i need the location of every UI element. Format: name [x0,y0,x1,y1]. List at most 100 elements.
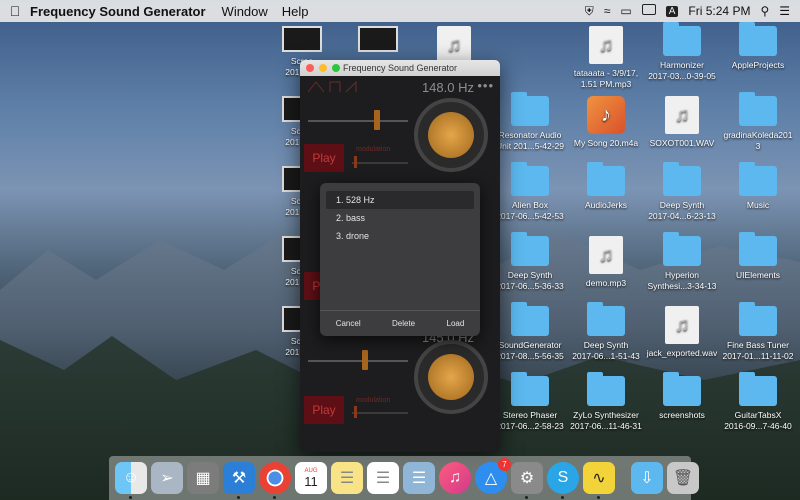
desktop-icon[interactable]: ♫ SOXOT001.WAV [642,96,722,149]
airplay-icon[interactable]: ▭ [620,4,631,18]
desktop-icon[interactable]: Deep Synth 2017-04...6-23-13 [642,162,722,222]
system-preferences-icon[interactable]: ⚙ [511,462,543,499]
sound-generator-app-icon[interactable]: ∿ [583,462,615,499]
desktop-icon[interactable]: Fine Bass Tuner 2017-01...11-11-02 [718,302,798,362]
preset-item[interactable]: 2. bass [326,209,474,227]
desktop-icon[interactable]: ZyLo Synthesizer 2017-06...11-46-31 [566,372,646,432]
desktop-icon[interactable]: GuitarTabsX 2016-09...7-46-40 [718,372,798,432]
delete-button[interactable]: Delete [392,319,415,328]
folder-icon [739,302,777,336]
folder-icon [511,372,549,406]
frequency-slider-thumb[interactable] [374,110,380,130]
modulation-slider-track-3[interactable] [352,412,408,414]
desktop-icon[interactable]: ♪ My Song 20.m4a [566,96,646,149]
desktop-icon[interactable]: Deep Synth 2017-06...1-51-43 [566,302,646,362]
preset-label: 2. bass [336,213,366,223]
dialog-actions: Cancel Delete Load [320,310,480,336]
desktop-icon-label: Deep Synth 2017-06...5-36-33 [496,270,564,291]
notification-center-icon[interactable]: ☰ [779,4,790,18]
skype-icon[interactable]: S [547,462,579,499]
desktop-icon[interactable]: Alien Box 2017-06...5-42-53 [490,162,570,222]
xcode-icon[interactable]: ⚒ [223,462,255,499]
search-icon[interactable]: ⚲ [760,4,769,18]
chrome-icon[interactable] [259,462,291,499]
desktop-icon[interactable]: Hyperion Synthesi...3-34-13 [642,232,722,292]
desktop-icon[interactable]: AudioJerks [566,162,646,211]
dock: ☺ ➢ ▦ ⚒ AUG 11 ☰ ☰ ☰ ♫ △ 7 ⚙ S ∿ ⇩ 🗑 [109,456,699,500]
input-source-icon[interactable]: A [665,5,679,17]
load-button[interactable]: Load [447,319,465,328]
downloads-folder-icon[interactable]: ⇩ [631,462,663,494]
desktop-icon-label: Harmonizer 2017-03...0-39-05 [648,60,716,81]
doc-icon: ♫ [589,236,623,274]
apple-menu-icon[interactable]:  [0,3,30,19]
desktop-icon[interactable]: UIElements [718,232,798,281]
folder-icon [587,162,625,196]
cancel-button[interactable]: Cancel [336,319,361,328]
frequency-slider-track-3[interactable] [308,360,408,362]
desktop-icon[interactable]: Harmonizer 2017-03...0-39-05 [642,22,722,82]
zoom-icon[interactable] [332,64,340,72]
volume-knob[interactable] [414,98,488,172]
preset-item[interactable]: 1. 528 Hz [326,191,474,209]
frequency-slider-track[interactable] [308,120,408,122]
window-menu[interactable]: Window [222,4,268,19]
desktop-icon-label: SOXOT001.WAV [649,138,715,148]
folder-icon [663,22,701,56]
desktop-icon[interactable] [338,26,418,56]
music-icon[interactable]: ♫ [439,462,471,494]
thumb-icon [358,26,398,52]
app-store-icon[interactable]: △ 7 [475,458,511,494]
help-menu[interactable]: Help [282,4,309,19]
launchpad-icon[interactable]: ➢ [151,462,183,494]
folder-icon [739,92,777,126]
window-titlebar[interactable]: Frequency Sound Generator [300,60,500,76]
modulation-slider-track[interactable] [352,162,408,164]
desktop-icon-label: Fine Bass Tuner 2017-01...11-11-02 [722,340,794,361]
play-button-3-label: Play [312,403,336,417]
notes-icon[interactable]: ☰ [331,462,363,494]
modulation-slider-thumb[interactable] [354,156,357,168]
desktop-icon[interactable]: ♫ demo.mp3 [566,236,646,289]
battery-icon[interactable] [641,4,656,18]
desktop-icon-label: SoundGenerator 2017-08...5-56-35 [496,340,564,361]
play-button[interactable]: Play [304,144,344,172]
preset-label: 1. 528 Hz [336,195,375,205]
app-menu[interactable]: Frequency Sound Generator [30,4,206,19]
desktop-icon[interactable]: Resonator Audio Unit 201...5-42-29 [490,92,570,152]
calculator-icon[interactable]: ▦ [187,462,219,494]
desktop-icon[interactable]: ♫ jack_exported.wav [642,306,722,359]
desktop-icon[interactable]: Deep Synth 2017-06...5-36-33 [490,232,570,292]
desktop-icon[interactable]: AppleProjects [718,22,798,71]
doc-icon: ♫ [665,96,699,134]
reminders-icon[interactable]: ☰ [367,462,399,494]
more-options-icon[interactable]: ••• [477,78,494,93]
wifi-icon[interactable]: ≈ [604,4,611,18]
play-button-3[interactable]: Play [304,396,344,424]
folder-icon [739,162,777,196]
preview-icon[interactable]: ☰ [403,462,435,494]
desktop-icon[interactable]: Music [718,162,798,211]
desktop-icon[interactable]: SoundGenerator 2017-08...5-56-35 [490,302,570,362]
doc-icon: ♫ [437,26,471,64]
waveform-selector-icon[interactable] [306,78,366,96]
desktop-icon[interactable]: screenshots [642,372,722,421]
presets-dialog: 1. 528 Hz 2. bass 3. drone Cancel Delete… [320,183,480,336]
close-icon[interactable] [306,64,314,72]
shield-icon[interactable]: ⛨ [585,4,594,19]
preset-item[interactable]: 3. drone [326,227,474,245]
modulation-slider-thumb-3[interactable] [354,406,357,418]
volume-knob-3[interactable] [414,340,488,414]
frequency-display: 148.0 Hz [421,80,474,95]
frequency-slider-thumb-3[interactable] [362,350,368,370]
folder-icon [587,302,625,336]
finder-icon[interactable]: ☺ [115,462,147,499]
desktop-icon[interactable]: gradinaKoleda201 3 [718,92,798,152]
clock[interactable]: Fri 5:24 PM [688,4,750,18]
desktop-icon-label: Alien Box 2017-06...5-42-53 [496,200,564,221]
trash-icon[interactable]: 🗑 [667,462,699,494]
minimize-icon[interactable] [319,64,327,72]
desktop-icon[interactable]: ♫ tataaata - 3/9/17, 1.51 PM.mp3 [566,26,646,90]
calendar-icon[interactable]: AUG 11 [295,462,327,494]
desktop-icon[interactable]: Stereo Phaser 2017-06...2-58-23 [490,372,570,432]
